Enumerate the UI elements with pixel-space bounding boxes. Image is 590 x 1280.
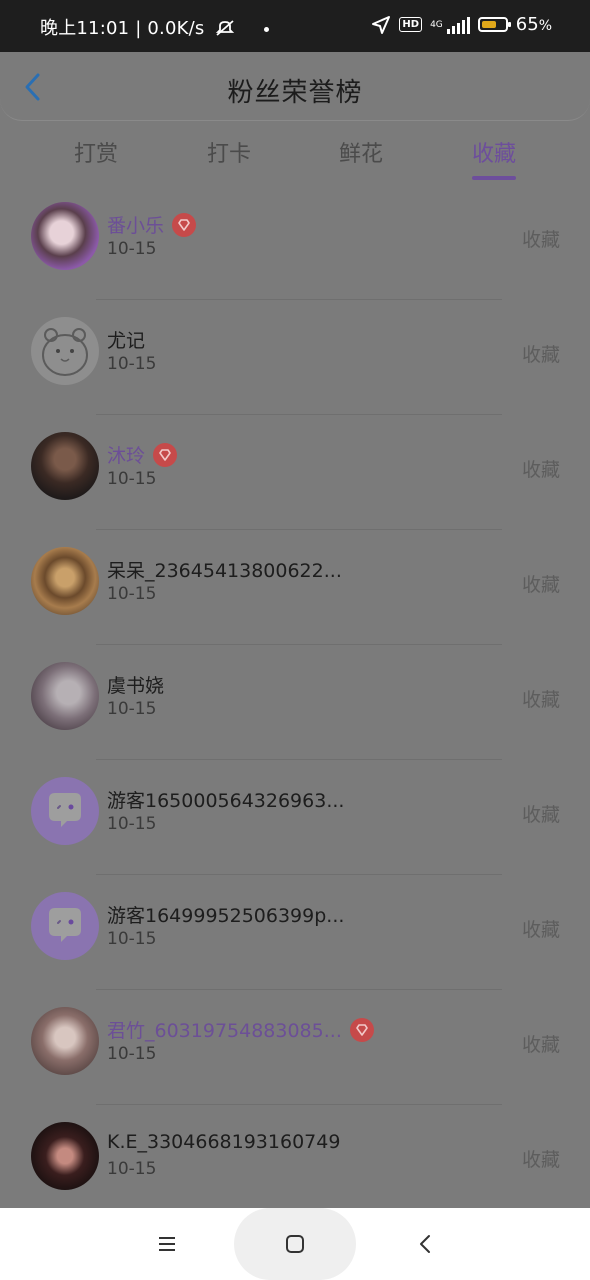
active-tab-indicator xyxy=(472,176,516,180)
avatar[interactable] xyxy=(31,202,99,270)
battery-percent: 65% xyxy=(515,14,552,35)
action-label: 收藏 xyxy=(521,1034,560,1056)
list-item[interactable]: 君竹_60319754883085... 10-15 收藏 xyxy=(0,990,590,1105)
location-arrow-icon xyxy=(372,15,391,34)
date-label: 10-15 xyxy=(107,469,157,489)
header-bar: 粉丝荣誉榜 xyxy=(0,56,590,121)
action-label: 收藏 xyxy=(521,459,560,481)
fan-list: 番小乐 10-15 收藏 尤记 10-15 收藏 沐玲 10-15 收藏 呆呆_… xyxy=(0,185,590,1220)
user-name: 尤记 xyxy=(107,330,146,352)
action-label: 收藏 xyxy=(521,919,560,941)
action-label: 收藏 xyxy=(521,229,560,251)
date-label: 10-15 xyxy=(107,239,157,259)
list-item[interactable]: 游客16499952506399p... 10-15 收藏 xyxy=(0,875,590,990)
chat-bubble-icon xyxy=(49,793,81,827)
hamster-sketch-icon xyxy=(42,328,88,376)
status-time: 晚上11:01 | 0.0K/s xyxy=(40,18,205,39)
page-title: 粉丝荣誉榜 xyxy=(227,78,363,108)
system-nav-bar xyxy=(0,1208,590,1280)
status-bar: 晚上11:01 | 0.0K/s HD 4G 65% xyxy=(0,0,590,52)
avatar[interactable] xyxy=(31,892,99,960)
signal-bars-icon xyxy=(446,16,470,34)
tab-bar: 打赏 打卡 鲜花 收藏 xyxy=(0,132,590,182)
list-item[interactable]: 番小乐 10-15 收藏 xyxy=(0,185,590,300)
date-label: 10-15 xyxy=(107,1044,157,1064)
action-label: 收藏 xyxy=(521,1149,560,1171)
back-icon[interactable] xyxy=(411,1230,439,1258)
vip-diamond-icon xyxy=(153,442,178,467)
avatar[interactable] xyxy=(31,432,99,500)
avatar[interactable] xyxy=(31,1007,99,1075)
user-name: 游客165000564326963... xyxy=(107,790,345,812)
date-label: 10-15 xyxy=(107,1159,157,1179)
user-name: 游客16499952506399p... xyxy=(107,905,345,927)
date-label: 10-15 xyxy=(107,584,157,604)
notification-dot-icon xyxy=(264,26,270,32)
user-name: 虞书娆 xyxy=(107,675,165,697)
user-name: K.E_3304668193160749 xyxy=(107,1131,341,1153)
date-label: 10-15 xyxy=(107,814,157,834)
list-item[interactable]: 尤记 10-15 收藏 xyxy=(0,300,590,415)
status-bar-left: 晚上11:01 | 0.0K/s xyxy=(40,14,270,40)
tab-reward[interactable]: 打赏 xyxy=(46,136,146,168)
list-item[interactable]: 呆呆_23645413800622... 10-15 收藏 xyxy=(0,530,590,645)
user-name: 番小乐 xyxy=(107,215,165,237)
action-label: 收藏 xyxy=(521,689,560,711)
list-item[interactable]: K.E_3304668193160749 10-15 收藏 xyxy=(0,1105,590,1220)
mute-icon xyxy=(216,20,235,36)
vip-diamond-icon xyxy=(172,212,197,237)
list-item[interactable]: 沐玲 10-15 收藏 xyxy=(0,415,590,530)
date-label: 10-15 xyxy=(107,354,157,374)
battery-level xyxy=(481,21,496,28)
home-square-icon xyxy=(286,1235,304,1253)
action-label: 收藏 xyxy=(521,344,560,366)
tab-checkin[interactable]: 打卡 xyxy=(179,136,279,168)
avatar[interactable] xyxy=(31,547,99,615)
action-label: 收藏 xyxy=(521,574,560,596)
tab-favorites[interactable]: 收藏 xyxy=(444,136,544,168)
date-label: 10-15 xyxy=(107,699,157,719)
user-name: 沐玲 xyxy=(107,445,146,467)
vip-diamond-icon xyxy=(349,1017,374,1042)
battery-icon xyxy=(477,17,511,32)
avatar[interactable] xyxy=(31,1122,99,1190)
user-name: 君竹_60319754883085... xyxy=(107,1020,342,1042)
avatar[interactable] xyxy=(31,662,99,730)
chat-bubble-icon xyxy=(49,908,81,942)
menu-icon[interactable] xyxy=(153,1230,181,1258)
date-label: 10-15 xyxy=(107,929,157,949)
tab-flowers[interactable]: 鲜花 xyxy=(311,136,411,168)
hd-icon: HD xyxy=(399,17,423,32)
list-item[interactable]: 游客165000564326963... 10-15 收藏 xyxy=(0,760,590,875)
action-label: 收藏 xyxy=(521,804,560,826)
avatar[interactable] xyxy=(31,777,99,845)
network-type-label: 4G xyxy=(430,19,443,30)
user-name: 呆呆_23645413800622... xyxy=(107,560,342,582)
avatar[interactable] xyxy=(31,317,99,385)
home-button[interactable] xyxy=(234,1208,356,1280)
status-bar-right: HD 4G 65% xyxy=(371,14,552,35)
list-item[interactable]: 虞书娆 10-15 收藏 xyxy=(0,645,590,760)
